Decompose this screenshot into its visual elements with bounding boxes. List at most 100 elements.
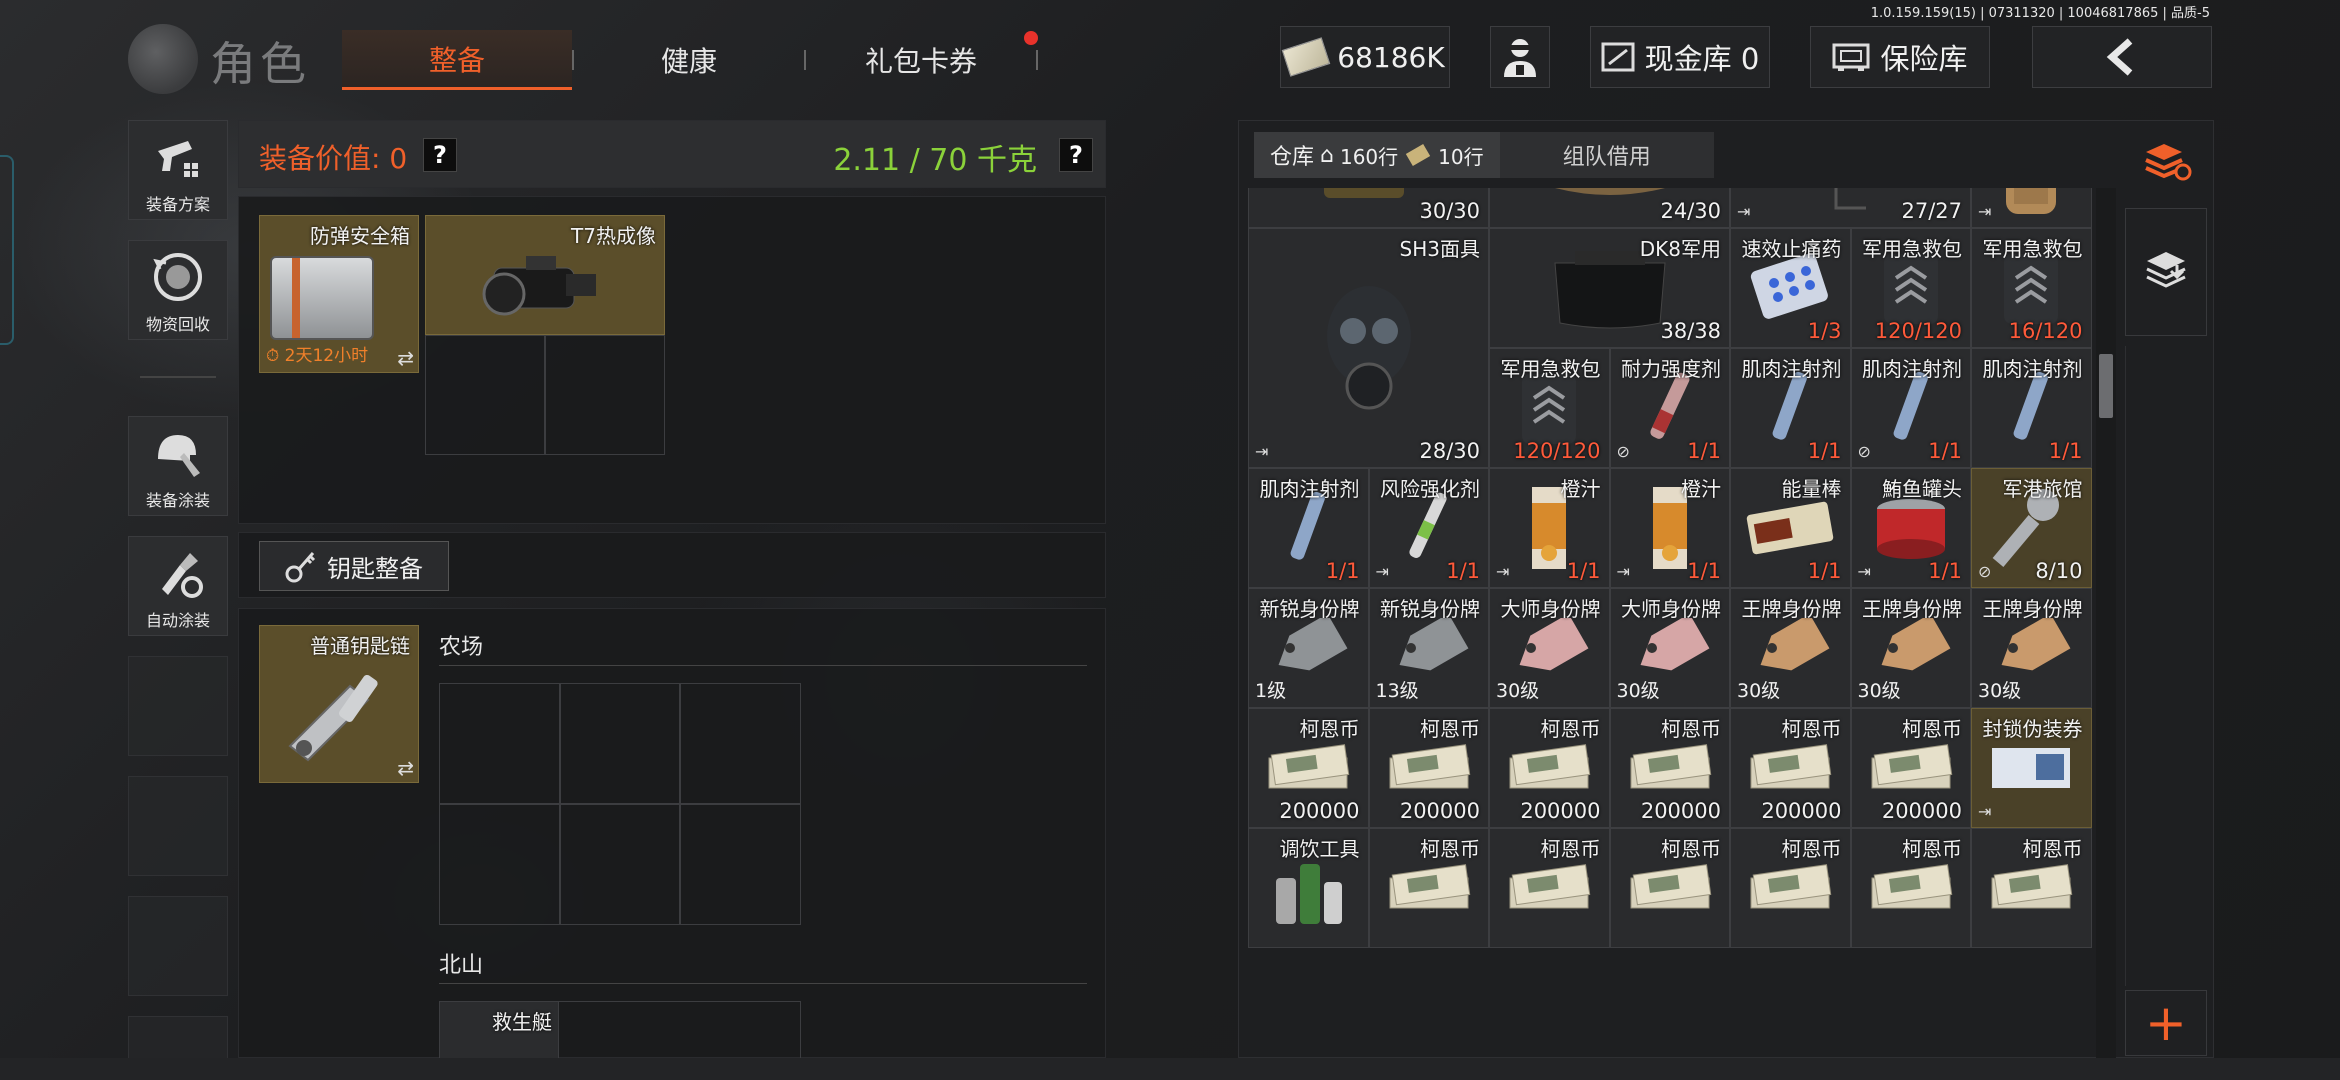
- swap-icon[interactable]: ⇄: [397, 346, 414, 370]
- item-name: 柯恩币: [1661, 837, 1721, 861]
- item-name: 肌肉注射剂: [1741, 357, 1842, 381]
- storage-item[interactable]: SH3面具 28/30 ⇥: [1248, 228, 1489, 468]
- equip-value-help-button[interactable]: ?: [423, 138, 457, 172]
- lifeboat-key-slot[interactable]: 救生艇: [439, 1001, 559, 1061]
- item-name: 大师身份牌: [1621, 597, 1721, 621]
- item-name: 封锁伪装券: [1982, 717, 2083, 741]
- item-count: 24/30: [1660, 199, 1721, 223]
- storage-item[interactable]: 柯恩币 200000: [1850, 708, 1971, 828]
- side-drawer-handle[interactable]: [0, 155, 14, 345]
- storage-item[interactable]: 军用急救包 16/120: [1971, 228, 2092, 348]
- tab-equip[interactable]: 整备: [342, 30, 572, 90]
- empty-key-slot[interactable]: [680, 804, 801, 925]
- storage-item[interactable]: 王牌身份牌 30级: [1850, 588, 1971, 708]
- layers-sort-icon: [2145, 144, 2192, 181]
- storage-item[interactable]: 柯恩币: [1368, 828, 1489, 948]
- storage-item[interactable]: 柯恩币 200000: [1368, 708, 1489, 828]
- tab-team-borrow[interactable]: 组队借用: [1500, 139, 1714, 171]
- empty-slot[interactable]: [425, 335, 545, 455]
- storage-item[interactable]: 肌肉注射剂 1/1: [1730, 348, 1851, 468]
- currency-display[interactable]: 68186K: [1280, 26, 1450, 88]
- add-button[interactable]: +: [2125, 990, 2207, 1056]
- stash-download-button[interactable]: [2125, 208, 2207, 336]
- storage-item[interactable]: 鮪鱼罐头 1/1 ⇥: [1850, 468, 1971, 588]
- cash-icon: [1384, 738, 1474, 802]
- storage-item[interactable]: 风险强化剂 1/1 ⇥: [1368, 468, 1489, 588]
- storage-item[interactable]: 调饮工具: [1248, 828, 1369, 948]
- storage-item[interactable]: 柯恩币 200000: [1489, 708, 1610, 828]
- item-count: 8/10: [2035, 559, 2083, 583]
- storage-item[interactable]: 柯恩币: [1730, 828, 1851, 948]
- storage-item[interactable]: 柯恩币 200000: [1609, 708, 1730, 828]
- storage-item[interactable]: 王牌身份牌 30级: [1971, 588, 2092, 708]
- thermal-scope-slot[interactable]: T7热成像: [425, 215, 665, 335]
- storage-item[interactable]: 27/27 ⇥: [1730, 188, 1971, 228]
- storage-item[interactable]: 新锐身份牌 1级: [1248, 588, 1369, 708]
- item-name: 王牌身份牌: [1862, 597, 1962, 621]
- storage-item[interactable]: 30/30: [1248, 188, 1489, 228]
- operator-button[interactable]: [1490, 26, 1550, 88]
- item-name: 新锐身份牌: [1380, 597, 1480, 621]
- empty-key-slot[interactable]: [559, 683, 681, 804]
- storage-item[interactable]: 军用急救包 120/120: [1489, 348, 1610, 468]
- key-manage-label: 钥匙整备: [327, 554, 423, 583]
- loadout-plan-button[interactable]: 装备方案: [128, 120, 228, 220]
- thermal-scope-icon: [482, 256, 596, 316]
- empty-key-slot[interactable]: [559, 804, 681, 925]
- key-manage-button[interactable]: 钥匙整备: [259, 541, 449, 591]
- item-level: 30级: [1616, 680, 1660, 702]
- storage-item[interactable]: ⇥: [1971, 188, 2092, 228]
- storage-item[interactable]: 能量棒 1/1: [1730, 468, 1851, 588]
- storage-item[interactable]: 柯恩币: [1489, 828, 1610, 948]
- auto-paint-button[interactable]: 自动涂装: [128, 536, 228, 636]
- weight-help-button[interactable]: ?: [1059, 138, 1093, 172]
- tab-health[interactable]: 健康: [574, 30, 804, 90]
- item-count: 30/30: [1419, 199, 1480, 223]
- storage-item[interactable]: 耐力强度剂 1/1 ⊘: [1609, 348, 1730, 468]
- empty-key-slot[interactable]: [439, 804, 560, 925]
- storage-item[interactable]: 大师身份牌 30级: [1489, 588, 1610, 708]
- storage-item[interactable]: 肌肉注射剂 1/1 ⊘: [1850, 348, 1971, 468]
- tab-warehouse[interactable]: 仓库 ⌂ 160行 10行: [1254, 132, 1500, 178]
- item-count: 1/1: [1687, 439, 1721, 463]
- storage-item[interactable]: 大师身份牌 30级: [1609, 588, 1730, 708]
- storage-item[interactable]: 王牌身份牌 30级: [1730, 588, 1851, 708]
- storage-item[interactable]: 24/30: [1489, 188, 1730, 228]
- storage-scrollbar[interactable]: [2096, 188, 2116, 1058]
- storage-item[interactable]: 速效止痛药 1/3: [1730, 228, 1851, 348]
- storage-item[interactable]: 封锁伪装券 ⇥: [1971, 708, 2092, 828]
- currency-amount: 68186K: [1337, 40, 1445, 74]
- cash-vault-button[interactable]: 现金库 0: [1590, 26, 1770, 88]
- equip-paint-button[interactable]: 装备涂装: [128, 416, 228, 516]
- empty-key-slot[interactable]: [439, 683, 560, 804]
- empty-key-slot[interactable]: [680, 683, 801, 804]
- storage-item[interactable]: 军港旅馆 8/10 ⊘: [1971, 468, 2092, 588]
- insurance-vault-button[interactable]: 保险库: [1810, 26, 1990, 88]
- safe-box-slot[interactable]: 防弹安全箱 ⏱ 2天12小时 ⇄: [259, 215, 419, 373]
- storage-item[interactable]: 军用急救包 120/120: [1850, 228, 1971, 348]
- item-name: 新锐身份牌: [1259, 597, 1360, 621]
- back-button[interactable]: [2032, 26, 2212, 88]
- empty-menu-slot: [128, 776, 228, 876]
- swap-icon[interactable]: ⇄: [397, 756, 414, 780]
- storage-item[interactable]: 柯恩币 200000: [1248, 708, 1369, 828]
- sort-button[interactable]: [2125, 120, 2207, 200]
- item-name: 柯恩币: [1781, 717, 1842, 741]
- item-name: SH3面具: [1399, 237, 1480, 261]
- storage-item[interactable]: 柯恩币: [1850, 828, 1971, 948]
- storage-item[interactable]: 柯恩币: [1971, 828, 2092, 948]
- storage-item[interactable]: 肌肉注射剂 1/1: [1971, 348, 2092, 468]
- storage-item[interactable]: 橙汁 1/1 ⇥: [1489, 468, 1610, 588]
- storage-item[interactable]: 柯恩币 200000: [1730, 708, 1851, 828]
- storage-item[interactable]: 肌肉注射剂 1/1: [1248, 468, 1369, 588]
- tag-gray-icon: [1389, 614, 1469, 682]
- empty-slot[interactable]: [545, 335, 665, 455]
- storage-item[interactable]: 柯恩币: [1609, 828, 1730, 948]
- storage-item[interactable]: 橙汁 1/1 ⇥: [1609, 468, 1730, 588]
- tab-gift-cards[interactable]: 礼包卡券: [806, 30, 1036, 90]
- item-count: 1/3: [1807, 319, 1842, 343]
- recycle-button[interactable]: 物资回收: [128, 240, 228, 340]
- storage-item[interactable]: 新锐身份牌 13级: [1368, 588, 1489, 708]
- storage-item[interactable]: DK8军用 38/38: [1489, 228, 1730, 348]
- keychain-slot[interactable]: 普通钥匙链 ⇄: [259, 625, 419, 783]
